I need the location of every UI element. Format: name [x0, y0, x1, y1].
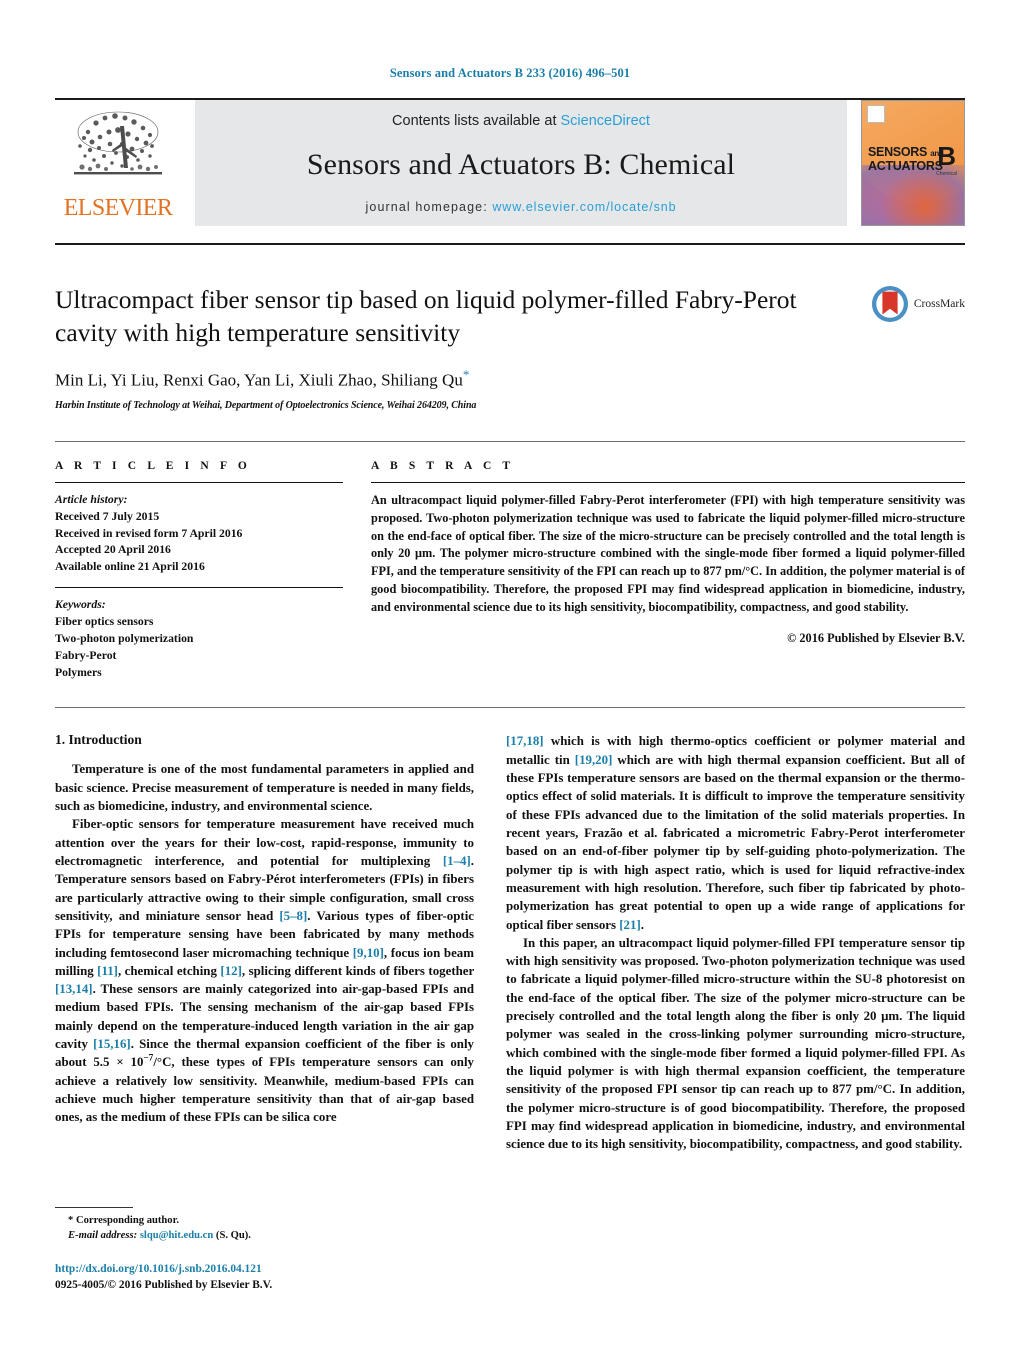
history-item-3: Available online 21 April 2016 — [55, 560, 205, 574]
journal-homepage-line: journal homepage: www.elsevier.com/locat… — [366, 200, 677, 214]
abstract-heading: A B S T R A C T — [371, 459, 515, 472]
footnote-area: * Corresponding author. E-mail address: … — [55, 1207, 474, 1293]
info-bottom-rule — [55, 707, 965, 709]
homepage-url-link[interactable]: www.elsevier.com/locate/snb — [492, 200, 676, 214]
elsevier-wordmark: ELSEVIER — [63, 195, 173, 221]
journal-title: Sensors and Actuators B: Chemical — [306, 147, 736, 181]
intro-paragraph-3: In this paper, an ultracompact liquid po… — [506, 935, 965, 1152]
author-list: Min Li, Yi Liu, Renxi Gao, Yan Li, Xiuli… — [55, 367, 965, 391]
contents-lists-line: Contents lists available at ScienceDirec… — [392, 113, 650, 129]
sciencedirect-link[interactable]: ScienceDirect — [561, 113, 650, 129]
article-info-heading: A R T I C L E I N F O — [55, 459, 251, 472]
abstract-column: A B S T R A C T An ultracompact liquid p… — [371, 460, 965, 681]
email-suffix: (S. Qu). — [215, 1230, 251, 1242]
keyword-2: Fabry-Perot — [55, 648, 117, 662]
abstract-rule — [371, 481, 965, 483]
keyword-0: Fiber optics sensors — [55, 615, 154, 628]
corresponding-author-note: * Corresponding author. — [55, 1214, 474, 1229]
keyword-3: Polymers — [55, 665, 102, 679]
cover-subtitle: Chemical — [936, 171, 957, 177]
journal-masthead: ELSEVIER Contents lists available at Sci… — [55, 100, 965, 226]
article-info-column: A R T I C L E I N F O Article history: R… — [55, 460, 343, 681]
body-column-right: [17,18] which is with high thermo-optics… — [506, 732, 965, 1153]
article-history-block: Article history: Received 7 July 2015 Re… — [55, 492, 343, 576]
doi-block: http://dx.doi.org/10.1016/j.snb.2016.04.… — [55, 1263, 474, 1293]
footnote-marker: * — [68, 1215, 74, 1227]
keywords-label: Keywords: — [55, 598, 106, 612]
intro-paragraph-2-cont: [17,18] which is with high thermo-optics… — [506, 734, 965, 932]
contents-prefix: Contents lists available at — [392, 113, 561, 129]
running-head: Sensors and Actuators B 233 (2016) 496–5… — [389, 66, 631, 80]
article-history-label: Article history: — [55, 492, 128, 506]
keywords-rule — [55, 587, 343, 589]
paper-page: Sensors and Actuators B 233 (2016) 496–5… — [0, 0, 1020, 1351]
elsevier-logo[interactable]: ELSEVIER — [55, 100, 181, 226]
history-item-1: Received in revised form 7 April 2016 — [55, 526, 243, 540]
article-info-rule — [55, 481, 343, 483]
keyword-1: Two-photon polymerization — [55, 631, 194, 645]
elsevier-tree-icon — [74, 111, 162, 175]
affiliation: Harbin Institute of Technology at Weihai… — [55, 399, 477, 411]
crossmark-label: CrossMark — [913, 298, 965, 310]
body-column-left: 1. Introduction Temperature is one of th… — [55, 732, 474, 1153]
cover-series-letter: B — [937, 141, 956, 171]
info-top-rule — [55, 440, 965, 442]
keywords-block: Keywords: Fiber optics sensors Two-photo… — [55, 597, 343, 681]
corresponding-author-marker: * — [462, 367, 470, 383]
masthead-band: Contents lists available at ScienceDirec… — [195, 100, 847, 226]
email-label: E-mail address: — [68, 1230, 138, 1242]
email-link[interactable]: slqu@hit.edu.cn — [140, 1230, 213, 1241]
crossmark-icon — [871, 285, 908, 323]
doi-link[interactable]: http://dx.doi.org/10.1016/j.snb.2016.04.… — [55, 1263, 474, 1275]
footnote-corresponding-label: Corresponding author. — [75, 1215, 179, 1227]
title-block: CrossMark Ultracompact fiber sensor tip … — [55, 283, 965, 411]
email-note: E-mail address: slqu@hit.edu.cn (S. Qu). — [55, 1229, 474, 1244]
cover-line1: SENSORS — [868, 145, 928, 159]
intro-paragraph-1: Temperature is one of the most fundament… — [55, 762, 474, 813]
journal-cover-thumbnail[interactable]: SENSORS and ACTUATORS B Chemical — [861, 100, 965, 226]
author-names: Min Li, Yi Liu, Renxi Gao, Yan Li, Xiuli… — [55, 370, 463, 390]
abstract-text: An ultracompact liquid polymer-filled Fa… — [371, 492, 965, 614]
crossmark-badge[interactable]: CrossMark — [871, 285, 965, 323]
section-title-introduction: 1. Introduction — [55, 732, 142, 748]
homepage-prefix: journal homepage: — [365, 200, 493, 214]
intro-paragraph-2: Fiber-optic sensors for temperature meas… — [55, 817, 474, 1125]
history-item-2: Accepted 20 April 2016 — [55, 543, 171, 557]
cover-line2: ACTUATORS — [868, 159, 943, 173]
masthead-bottom-rule — [55, 243, 965, 245]
page-title: Ultracompact fiber sensor tip based on l… — [55, 285, 797, 348]
info-abstract-area: A R T I C L E I N F O Article history: R… — [55, 460, 965, 681]
history-item-0: Received 7 July 2015 — [55, 509, 160, 523]
body-columns: 1. Introduction Temperature is one of th… — [55, 732, 965, 1153]
footnote-rule — [55, 1207, 133, 1209]
cover-elsevier-badge-icon — [867, 105, 885, 123]
abstract-copyright: © 2016 Published by Elsevier B.V. — [787, 630, 965, 645]
issn-copyright-line: 0925-4005/© 2016 Published by Elsevier B… — [55, 1279, 273, 1291]
